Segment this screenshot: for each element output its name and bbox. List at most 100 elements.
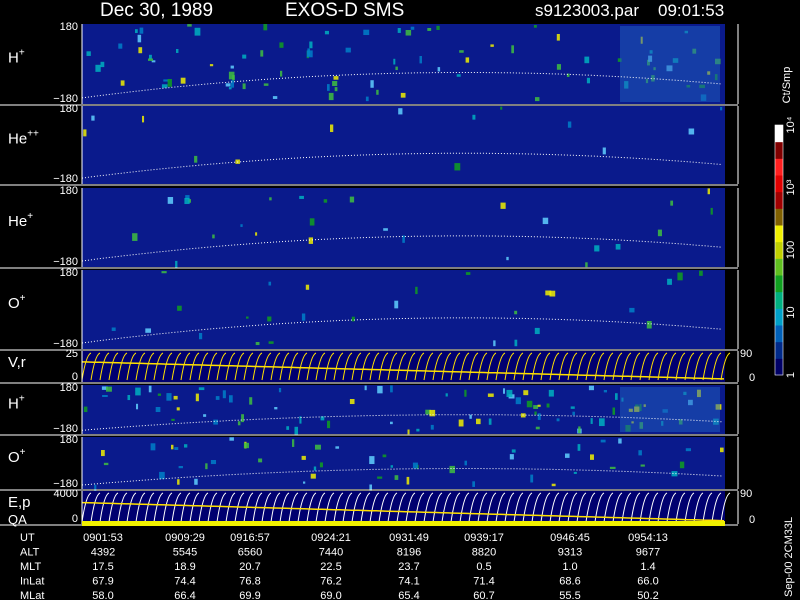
count-cell [398, 108, 403, 115]
count-cell [511, 449, 516, 453]
count-cell [334, 87, 338, 92]
count-cell [148, 385, 152, 393]
count-cell [406, 476, 410, 485]
panel-label: He+ [8, 211, 33, 230]
colorbar-swatch [775, 225, 783, 243]
cell-inlat: 74.4 [174, 576, 195, 588]
count-cell [222, 390, 226, 399]
cell-inlat: 76.8 [239, 576, 260, 588]
count-cell [195, 393, 199, 402]
count-cell [578, 426, 581, 434]
count-cell [315, 444, 321, 450]
cell-mlat: 69.9 [239, 590, 260, 600]
count-cell [150, 443, 156, 451]
count-cell [138, 47, 143, 54]
count-cell [410, 26, 415, 30]
cell-alt: 8820 [472, 547, 496, 559]
count-cell [469, 414, 472, 419]
row-label-alt: ALT [20, 547, 40, 559]
count-cell [269, 197, 272, 201]
count-cell [365, 96, 369, 102]
ymax-label: 180 [60, 434, 78, 446]
count-cell [249, 397, 253, 405]
count-cell [586, 77, 591, 84]
cell-ut: 0901:53 [83, 532, 123, 544]
colorbar-swatch [775, 175, 783, 193]
colorbar-swatch [775, 325, 783, 343]
count-cell [376, 89, 379, 95]
count-cell [111, 327, 116, 331]
count-cell [618, 438, 622, 444]
count-cell [267, 316, 272, 322]
count-cell [136, 403, 139, 410]
count-cell [215, 396, 220, 400]
cell-mlat: 50.2 [637, 590, 658, 600]
count-cell [137, 34, 142, 43]
cell-inlat: 68.6 [559, 576, 580, 588]
count-cell [679, 461, 685, 469]
colorbar-swatch [775, 275, 783, 293]
colorbar-swatch [775, 308, 783, 326]
count-cell [407, 429, 410, 435]
count-cell [395, 66, 398, 71]
count-cell [390, 421, 393, 425]
count-cell [305, 284, 310, 290]
count-cell [306, 50, 313, 58]
count-cell [670, 200, 674, 206]
colorbar-tick-label: 1 [785, 372, 797, 378]
count-cell [210, 460, 217, 465]
count-cell [301, 455, 306, 460]
cell-mlat: 69.0 [320, 590, 341, 600]
count-cell [286, 426, 290, 430]
header-date: Dec 30, 1989 [100, 0, 213, 21]
active-region [620, 387, 720, 432]
cell-mlt: 20.7 [239, 561, 260, 573]
count-cell [205, 463, 208, 470]
panel-o-: 180−180O+ [0, 267, 739, 351]
count-cell [166, 393, 172, 401]
count-cell [584, 56, 590, 64]
count-cell [243, 442, 249, 449]
count-cell [500, 106, 503, 110]
count-cell [225, 83, 231, 87]
count-cell [180, 77, 186, 84]
panel-label: E,p [8, 494, 31, 511]
cell-alt: 4392 [91, 547, 115, 559]
panel-label: O+ [8, 293, 26, 312]
orbit-table: UT 0901:53 0909:29 0916:57 0924:21 0931:49 093… [20, 532, 668, 600]
count-cell [464, 460, 467, 466]
cell-alt: 8196 [397, 547, 421, 559]
count-cell [535, 426, 540, 430]
stamp-text: Sep-00 2CM33L [783, 517, 795, 597]
ymax-label: 180 [60, 185, 78, 197]
cell-inlat: 76.2 [320, 576, 341, 588]
count-cell [159, 471, 165, 480]
count-cell [94, 484, 97, 492]
count-cell [405, 30, 412, 36]
count-cell [118, 43, 123, 49]
row-label-ut: UT [20, 532, 35, 544]
cell-mlt: 0.5 [476, 561, 491, 573]
count-cell [570, 406, 575, 409]
colorbar-tick-label: 10 [785, 306, 797, 318]
count-cell [427, 28, 432, 31]
ymax-label: 180 [60, 267, 78, 279]
count-cell [278, 388, 282, 393]
cell-mlt: 22.5 [320, 561, 341, 573]
count-cell [213, 419, 218, 425]
cell-ut: 0931:49 [389, 532, 429, 544]
count-cell [171, 444, 174, 450]
count-cell [534, 411, 537, 416]
cell-alt: 9313 [558, 547, 582, 559]
count-cell [609, 466, 616, 469]
count-cell [546, 403, 550, 408]
cell-inlat: 74.1 [398, 576, 419, 588]
panel-background [82, 106, 725, 184]
count-cell [646, 321, 652, 329]
count-cell [456, 74, 461, 77]
count-cell [132, 233, 138, 241]
count-cell [377, 385, 383, 394]
qa-label: QA [8, 512, 27, 527]
cell-alt: 9677 [636, 547, 660, 559]
count-cell [449, 465, 455, 474]
